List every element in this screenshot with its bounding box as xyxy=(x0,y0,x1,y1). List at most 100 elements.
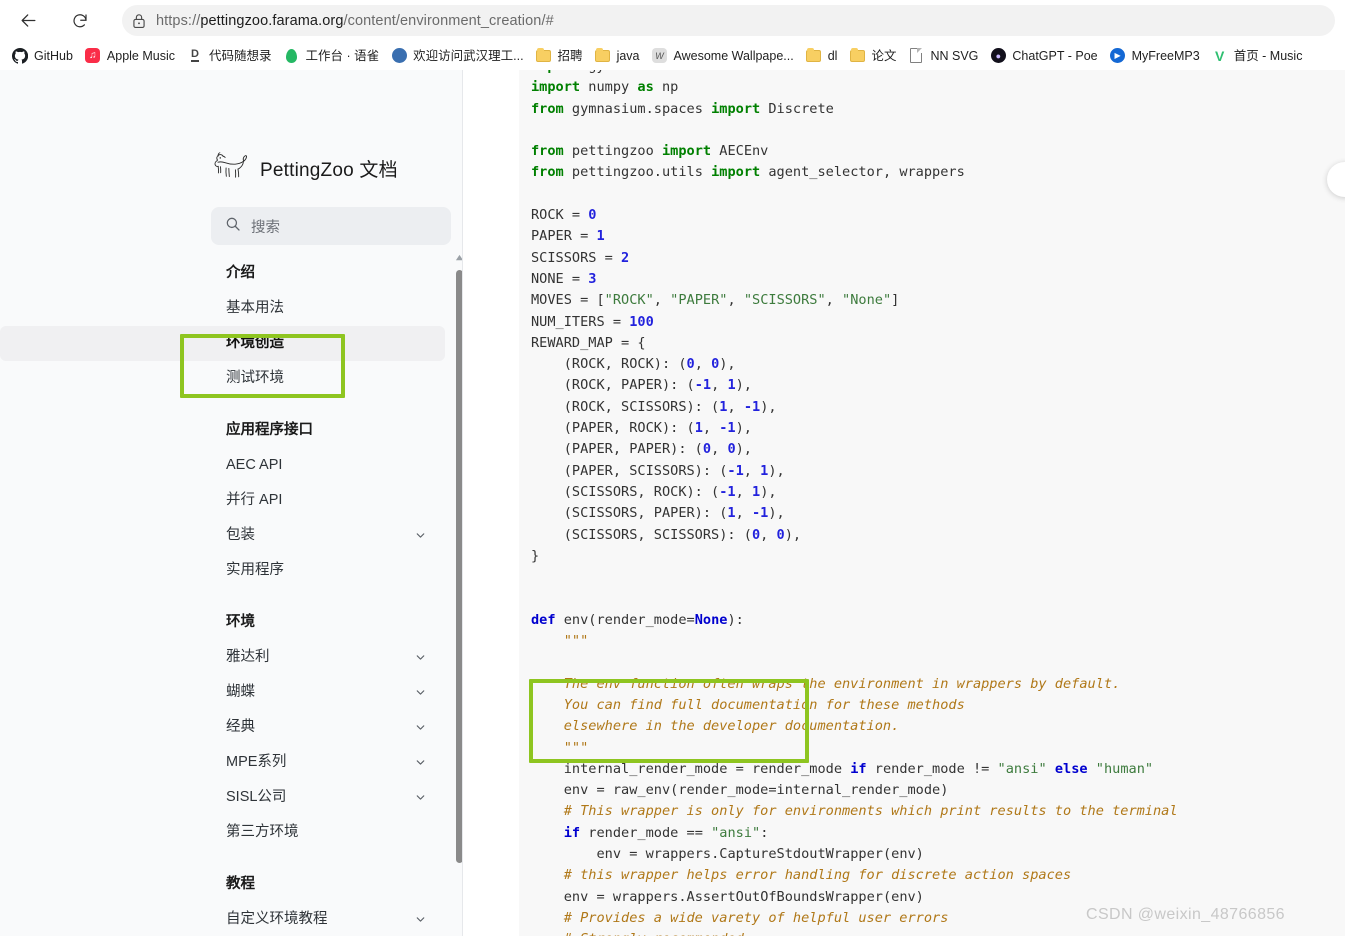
code-token: if xyxy=(563,824,581,841)
code-token: ), xyxy=(735,420,752,437)
code-token: 1 xyxy=(727,377,736,394)
code-token: , xyxy=(735,483,752,500)
chevron-down-icon[interactable] xyxy=(414,518,427,553)
code-line: """ xyxy=(531,738,1345,759)
reload-button[interactable] xyxy=(62,3,98,39)
code-token: # Provides a wide varety of helpful user… xyxy=(531,909,949,926)
bookmark-apple-music[interactable]: ♫ Apple Music xyxy=(79,44,181,68)
sidebar-item-butterfly[interactable]: 蝴蝶 xyxy=(0,675,445,710)
bookmark-nn-svg[interactable]: NN SVG xyxy=(902,44,984,68)
nav-label: 并行 API xyxy=(226,492,283,508)
bookmark-awesome-wallpaper[interactable]: W Awesome Wallpape... xyxy=(646,44,800,68)
bookmark-label: GitHub xyxy=(34,48,73,63)
address-bar[interactable]: https://pettingzoo.farama.org/content/en… xyxy=(122,5,1335,36)
sidebar-item-classic[interactable]: 经典 xyxy=(0,710,445,745)
code-token: } xyxy=(531,547,540,564)
sidebar-item-custom-environment-tutorial[interactable]: 自定义环境教程 xyxy=(0,902,445,936)
sidebar-item-third-party-environments[interactable]: 第三方环境 xyxy=(0,815,445,850)
code-token: -1 xyxy=(694,377,712,394)
code-token: from xyxy=(531,143,564,160)
bookmark-label: ChatGPT - Poe xyxy=(1012,48,1098,63)
code-token: env xyxy=(531,845,630,862)
code-line: (PAPER, ROCK): (1, -1), xyxy=(531,418,1345,439)
bookmark-chatgpt-poe[interactable]: ● ChatGPT - Poe xyxy=(984,44,1103,68)
back-button[interactable] xyxy=(10,3,46,39)
page-viewport: PettingZoo 文档 搜索 介绍 基本用法 环境创造 测试环境 应用程序接… xyxy=(0,70,1345,936)
code-token: "ansi" xyxy=(997,760,1047,777)
sidebar-item-testing-environments[interactable]: 测试环境 xyxy=(0,361,445,396)
code-line: (SCISSORS, SCISSORS): (0, 0), xyxy=(531,525,1345,546)
sidebar-item-basic-usage[interactable]: 基本用法 xyxy=(0,291,445,326)
code-token: 0 xyxy=(751,526,761,543)
bookmark-wuhan-university[interactable]: 欢迎访问武汉理工... xyxy=(385,44,529,68)
code-token: from xyxy=(531,164,564,181)
code-token: env xyxy=(531,888,597,905)
bookmark-label: 招聘 xyxy=(557,48,583,63)
code-token: numpy xyxy=(580,79,638,96)
code-token: pettingzoo xyxy=(563,143,662,160)
folder-icon xyxy=(849,47,865,64)
main-content: import gymnasiumimport numpy as npfrom g… xyxy=(463,70,1345,936)
code-line: ROCK = 0 xyxy=(531,205,1345,226)
code-token: . xyxy=(678,888,687,905)
sidebar-item-aec-api[interactable]: AEC API xyxy=(0,448,445,483)
chevron-down-icon[interactable] xyxy=(414,710,427,745)
chevron-down-icon[interactable] xyxy=(414,675,427,710)
search-input[interactable]: 搜索 xyxy=(211,207,451,245)
code-token: -1 xyxy=(719,420,736,437)
code-token: import xyxy=(531,79,581,96)
sidebar-scrollbar-thumb[interactable] xyxy=(456,270,462,863)
nav-section-title-intro: 介绍 xyxy=(226,265,255,281)
code-line: NUM_ITERS = 100 xyxy=(531,312,1345,333)
github-icon xyxy=(12,47,28,64)
code-token: internal_render_mode xyxy=(531,760,736,777)
chevron-down-icon[interactable] xyxy=(414,640,427,675)
code-block-python[interactable]: import gymnasiumimport numpy as npfrom g… xyxy=(519,70,1345,936)
code-line: internal_render_mode = render_mode if re… xyxy=(531,759,1345,780)
chevron-down-icon[interactable] xyxy=(414,780,427,815)
sidebar-item-mpe[interactable]: MPE系列 xyxy=(0,745,445,780)
sidebar-item-sisl[interactable]: SISL公司 xyxy=(0,780,445,815)
bookmark-github[interactable]: GitHub xyxy=(6,44,79,68)
code-token: "ansi" xyxy=(711,824,761,841)
nav-label: 包装 xyxy=(226,527,255,543)
nav-label: 雅达利 xyxy=(226,649,270,665)
sidebar-item-environment-creation[interactable]: 环境创造 xyxy=(0,326,445,361)
bookmark-folder-lunwen[interactable]: 论文 xyxy=(843,44,902,68)
code-token: """ xyxy=(531,739,589,756)
code-line: # This wrapper is only for environments … xyxy=(531,801,1345,822)
bookmark-music-home[interactable]: V 首页 - Music xyxy=(1206,44,1309,68)
bookmark-daimasuixianglu[interactable]: D 代码随想录 xyxy=(181,44,278,68)
bookmark-folder-dl[interactable]: dl xyxy=(800,44,844,68)
sidebar-item-atari[interactable]: 雅达利 xyxy=(0,640,445,675)
bookmarks-bar[interactable]: GitHub ♫ Apple Music D 代码随想录 工作台 · 语雀 欢迎… xyxy=(0,41,1345,70)
page-icon xyxy=(908,48,924,64)
bookmark-label: 欢迎访问武汉理工... xyxy=(413,48,524,63)
chevron-down-icon[interactable] xyxy=(414,902,427,936)
bookmark-label: NN SVG xyxy=(930,48,979,63)
sidebar-brand-title: PettingZoo 文档 xyxy=(260,160,398,181)
code-line: env = raw_env(render_mode=internal_rende… xyxy=(531,780,1345,801)
nav-section-title-environments: 环境 xyxy=(226,614,255,630)
sidebar-brand[interactable]: PettingZoo 文档 xyxy=(210,150,398,187)
bookmark-folder-java[interactable]: java xyxy=(589,44,646,68)
poe-icon: ● xyxy=(990,48,1006,64)
chevron-down-icon[interactable] xyxy=(414,745,427,780)
code-token: 1 xyxy=(727,505,736,522)
bookmark-label: dl xyxy=(827,48,838,63)
code-token: "ROCK" xyxy=(604,292,654,309)
sidebar-item-wrappers[interactable]: 包装 xyxy=(0,518,445,553)
code-token: == xyxy=(686,824,712,841)
code-token: ), xyxy=(735,441,752,458)
bookmark-myfreemp3[interactable]: ▶ MyFreeMP3 xyxy=(1104,44,1206,68)
sidebar-item-parallel-api[interactable]: 并行 API xyxy=(0,483,445,518)
bookmark-yuque[interactable]: 工作台 · 语雀 xyxy=(278,44,386,68)
code-token: , xyxy=(727,398,744,415)
code-token: gymnasium xyxy=(580,70,662,74)
bookmark-folder-zhaopin[interactable]: 招聘 xyxy=(530,44,589,68)
code-token: (ROCK, SCISSORS): ( xyxy=(531,398,720,415)
nav-label: 测试环境 xyxy=(226,370,284,386)
sidebar-item-utils[interactable]: 实用程序 xyxy=(0,553,445,588)
